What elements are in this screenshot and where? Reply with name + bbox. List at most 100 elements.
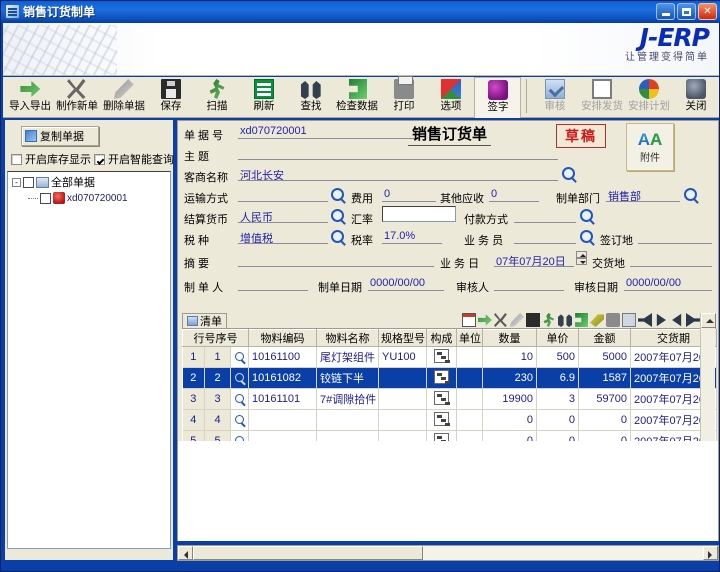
toolbar-button-options[interactable]: 选项 bbox=[427, 77, 474, 116]
payment-method-lookup-icon[interactable] bbox=[580, 209, 593, 222]
cell-quantity[interactable]: 19900 bbox=[482, 388, 538, 410]
scroll-track[interactable] bbox=[423, 546, 703, 560]
edit-icon[interactable] bbox=[510, 313, 524, 327]
field-business-date[interactable]: 07年07月20日 bbox=[494, 253, 574, 267]
field-doc-no[interactable]: xd070720001 bbox=[238, 125, 418, 139]
field-exchange-rate[interactable] bbox=[382, 206, 456, 222]
first-record-icon[interactable] bbox=[638, 313, 652, 327]
row-lookup-icon[interactable] bbox=[235, 415, 244, 424]
cell-unit[interactable] bbox=[456, 346, 484, 368]
scroll-up-button[interactable] bbox=[701, 313, 716, 328]
col-material-code[interactable]: 物料编码 bbox=[248, 329, 318, 347]
cell-spec[interactable]: YU100 bbox=[378, 346, 428, 368]
scroll-thumb[interactable] bbox=[193, 546, 423, 560]
toolbar-button-delete-document[interactable]: 删除单据 bbox=[100, 77, 147, 116]
tag-icon[interactable] bbox=[590, 314, 604, 327]
scroll-right-button[interactable] bbox=[703, 546, 718, 560]
cell-material-name[interactable]: 铰链下半 bbox=[316, 367, 380, 389]
toolbar-button-signature[interactable]: 签字 bbox=[474, 77, 522, 118]
cell-unit[interactable] bbox=[456, 409, 484, 431]
tree-checkbox-document[interactable] bbox=[40, 192, 51, 204]
col-material-name[interactable]: 物料名称 bbox=[316, 329, 380, 347]
cell-spec[interactable] bbox=[378, 388, 428, 410]
field-department[interactable]: 销售部 bbox=[606, 188, 680, 202]
maximize-button[interactable] bbox=[677, 3, 696, 20]
field-delivery-place[interactable] bbox=[630, 253, 712, 267]
field-currency[interactable]: 人民币 bbox=[238, 209, 328, 223]
table-row[interactable]: 3 3 10161101 7#调隙拾件 19900 3 59700 2007年0… bbox=[182, 388, 718, 410]
field-other-receivable[interactable]: 0 bbox=[489, 188, 539, 202]
field-shipping-method[interactable] bbox=[238, 188, 328, 202]
scan-icon[interactable] bbox=[543, 313, 555, 327]
toolbar-button-save[interactable]: 保存 bbox=[147, 77, 194, 116]
cell-unit[interactable] bbox=[456, 367, 484, 389]
toolbar-button-import-export[interactable]: 导入导出 bbox=[7, 77, 54, 116]
table-row[interactable]: 4 4 0 0 0 2007年07月20日 bbox=[182, 409, 718, 431]
field-subject[interactable] bbox=[238, 146, 558, 160]
toolbar-button-new-document[interactable]: 制作新单 bbox=[54, 77, 101, 116]
tree-node-root[interactable]: - 全部单据 bbox=[8, 172, 170, 190]
export-icon[interactable] bbox=[478, 314, 492, 326]
checkbox-show-inventory[interactable] bbox=[11, 153, 22, 165]
composition-icon[interactable] bbox=[434, 348, 450, 363]
document-tree[interactable]: - 全部单据 xd070720001 bbox=[7, 171, 171, 549]
cell-price[interactable]: 0 bbox=[536, 409, 580, 431]
toolbar-button-print[interactable]: 打印 bbox=[381, 76, 428, 116]
cell-material-name[interactable]: 尾灯架组件 bbox=[316, 346, 380, 368]
cell-spec[interactable] bbox=[378, 367, 428, 389]
copy-document-button[interactable]: 复制单据 bbox=[21, 126, 99, 146]
minimize-button[interactable] bbox=[656, 3, 675, 20]
col-unit[interactable]: 单位 bbox=[456, 329, 484, 347]
table-row[interactable]: 1 1 10161100 尾灯架组件 YU100 10 500 5000 200… bbox=[182, 346, 718, 368]
cell-quantity[interactable]: 230 bbox=[482, 367, 538, 389]
shipping-method-lookup-icon[interactable] bbox=[331, 188, 344, 201]
tab-list[interactable]: 清单 bbox=[182, 313, 227, 328]
field-summary[interactable] bbox=[238, 253, 434, 267]
tax-type-lookup-icon[interactable] bbox=[331, 230, 344, 243]
field-tax-rate[interactable]: 17.0% bbox=[382, 230, 442, 244]
col-row-seq[interactable]: 行号序号 bbox=[181, 329, 250, 347]
toolbar-button-refresh[interactable]: 刷新 bbox=[241, 77, 288, 116]
scroll-left-button[interactable] bbox=[178, 546, 193, 560]
cell-price[interactable]: 500 bbox=[536, 346, 580, 368]
field-tax-type[interactable]: 增值税 bbox=[238, 230, 328, 244]
composition-icon[interactable] bbox=[434, 369, 450, 384]
toolbar-button-find[interactable]: 查找 bbox=[287, 77, 334, 116]
cell-material-code[interactable] bbox=[248, 409, 318, 431]
toolbar-button-close[interactable]: 关闭 bbox=[672, 77, 719, 116]
cell-unit[interactable] bbox=[456, 388, 484, 410]
cell-price[interactable]: 3 bbox=[536, 388, 580, 410]
table-row[interactable]: 2 2 10161082 铰链下半 230 6.9 1587 2007年07月2… bbox=[182, 367, 718, 389]
excel-icon[interactable] bbox=[575, 313, 588, 327]
col-price[interactable]: 单价 bbox=[536, 329, 580, 347]
cell-material-code[interactable]: 10161101 bbox=[248, 388, 318, 410]
department-lookup-icon[interactable] bbox=[684, 188, 697, 201]
col-composition[interactable]: 构成 bbox=[426, 329, 458, 347]
tree-node-document[interactable]: xd070720001 bbox=[8, 190, 170, 204]
field-salesperson[interactable] bbox=[514, 230, 576, 244]
next-record-icon[interactable] bbox=[656, 313, 666, 327]
salesperson-lookup-icon[interactable] bbox=[580, 230, 593, 243]
grid-view-icon[interactable] bbox=[462, 313, 476, 327]
field-fee[interactable]: 0 bbox=[382, 188, 436, 202]
cell-material-name[interactable] bbox=[316, 409, 380, 431]
business-date-stepper[interactable] bbox=[576, 251, 587, 265]
col-quantity[interactable]: 数量 bbox=[482, 329, 538, 347]
currency-lookup-icon[interactable] bbox=[331, 209, 344, 222]
checkbox-smart-query[interactable] bbox=[94, 153, 105, 165]
composition-icon[interactable] bbox=[434, 390, 450, 405]
field-customer[interactable]: 河北长安 bbox=[238, 167, 558, 181]
toolbar-button-scan[interactable]: 扫描 bbox=[194, 77, 241, 116]
toolbar-button-check-data[interactable]: 检查数据 bbox=[334, 77, 381, 116]
print-icon[interactable] bbox=[606, 313, 620, 327]
print-preview-icon[interactable] bbox=[622, 313, 636, 327]
horizontal-scrollbar[interactable] bbox=[177, 545, 719, 561]
field-sign-place[interactable] bbox=[638, 230, 712, 244]
row-lookup-icon[interactable] bbox=[235, 352, 244, 361]
find-icon[interactable] bbox=[558, 314, 572, 327]
tree-checkbox-root[interactable] bbox=[23, 176, 34, 188]
cell-material-code[interactable]: 10161100 bbox=[248, 346, 318, 368]
cell-spec[interactable] bbox=[378, 409, 428, 431]
last-record-icon[interactable] bbox=[686, 313, 700, 327]
row-lookup-icon[interactable] bbox=[235, 394, 244, 403]
